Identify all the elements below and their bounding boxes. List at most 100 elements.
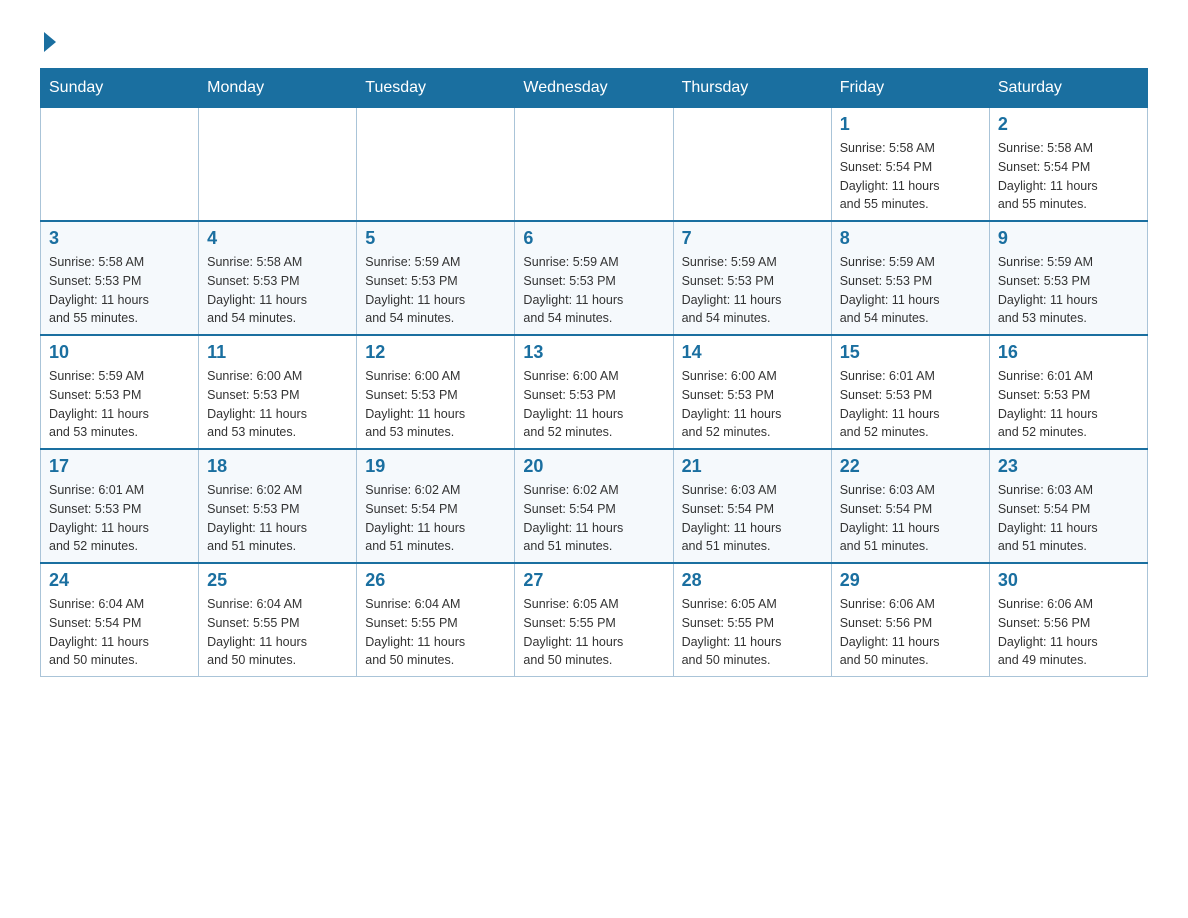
day-number: 7 <box>682 228 823 249</box>
day-info: Sunrise: 6:00 AMSunset: 5:53 PMDaylight:… <box>207 367 348 442</box>
weekday-header-tuesday: Tuesday <box>357 69 515 108</box>
day-number: 23 <box>998 456 1139 477</box>
calendar-week-3: 10Sunrise: 5:59 AMSunset: 5:53 PMDayligh… <box>41 335 1148 449</box>
day-number: 17 <box>49 456 190 477</box>
calendar-week-2: 3 Sunrise: 5:58 AMSunset: 5:53 PMDaylight… <box>41 221 1148 335</box>
calendar-cell: 17 Sunrise: 6:01 AMSunset: 5:53 PMDayligh… <box>41 449 199 563</box>
weekday-header-sunday: Sunday <box>41 69 199 108</box>
calendar-cell <box>357 108 515 222</box>
day-number: 9 <box>998 228 1139 249</box>
calendar-cell: 15 Sunrise: 6:01 AMSunset: 5:53 PMDayligh… <box>831 335 989 449</box>
day-info: Sunrise: 5:58 AMSunset: 5:54 PMDaylight:… <box>840 139 981 214</box>
calendar-cell <box>41 108 199 222</box>
calendar-cell: 20 Sunrise: 6:02 AMSunset: 5:54 PMDayligh… <box>515 449 673 563</box>
day-number: 25 <box>207 570 348 591</box>
calendar-cell: 26 Sunrise: 6:04 AMSunset: 5:55 PMDayligh… <box>357 563 515 677</box>
calendar-cell: 6 Sunrise: 5:59 AMSunset: 5:53 PMDaylight… <box>515 221 673 335</box>
calendar-cell: 3Sunrise: 5:58 AMSunset: 5:53 PMDaylight… <box>41 221 199 335</box>
calendar-cell: 24 Sunrise: 6:04 AMSunset: 5:54 PMDayligh… <box>41 563 199 677</box>
calendar-cell: 16Sunrise: 6:01 AMSunset: 5:53 PMDayligh… <box>989 335 1147 449</box>
calendar-cell: 5 Sunrise: 5:59 AMSunset: 5:53 PMDaylight… <box>357 221 515 335</box>
day-info: Sunrise: 6:03 AMSunset: 5:54 PMDaylight:… <box>840 481 981 556</box>
calendar-cell: 29 Sunrise: 6:06 AMSunset: 5:56 PMDayligh… <box>831 563 989 677</box>
logo-arrow-icon <box>44 32 56 52</box>
calendar-cell: 4 Sunrise: 5:58 AMSunset: 5:53 PMDaylight… <box>199 221 357 335</box>
day-info: Sunrise: 6:01 AMSunset: 5:53 PMDaylight:… <box>998 367 1139 442</box>
calendar-cell: 19 Sunrise: 6:02 AMSunset: 5:54 PMDayligh… <box>357 449 515 563</box>
day-info: Sunrise: 6:01 AMSunset: 5:53 PMDaylight:… <box>49 481 190 556</box>
day-info: Sunrise: 6:05 AMSunset: 5:55 PMDaylight:… <box>523 595 664 670</box>
day-info: Sunrise: 6:03 AMSunset: 5:54 PMDaylight:… <box>682 481 823 556</box>
day-number: 4 <box>207 228 348 249</box>
weekday-header-friday: Friday <box>831 69 989 108</box>
calendar-cell: 1 Sunrise: 5:58 AMSunset: 5:54 PMDaylight… <box>831 108 989 222</box>
day-number: 29 <box>840 570 981 591</box>
calendar-cell: 28 Sunrise: 6:05 AMSunset: 5:55 PMDayligh… <box>673 563 831 677</box>
day-number: 6 <box>523 228 664 249</box>
calendar-cell: 21 Sunrise: 6:03 AMSunset: 5:54 PMDayligh… <box>673 449 831 563</box>
day-number: 26 <box>365 570 506 591</box>
calendar-cell: 9 Sunrise: 5:59 AMSunset: 5:53 PMDaylight… <box>989 221 1147 335</box>
day-number: 8 <box>840 228 981 249</box>
day-info: Sunrise: 6:04 AMSunset: 5:55 PMDaylight:… <box>207 595 348 670</box>
day-info: Sunrise: 5:59 AMSunset: 5:53 PMDaylight:… <box>365 253 506 328</box>
day-info: Sunrise: 6:02 AMSunset: 5:54 PMDaylight:… <box>365 481 506 556</box>
day-info: Sunrise: 5:58 AMSunset: 5:53 PMDaylight:… <box>207 253 348 328</box>
day-info: Sunrise: 5:58 AMSunset: 5:54 PMDaylight:… <box>998 139 1139 214</box>
day-number: 3 <box>49 228 190 249</box>
calendar-cell <box>199 108 357 222</box>
day-number: 20 <box>523 456 664 477</box>
calendar-cell: 30 Sunrise: 6:06 AMSunset: 5:56 PMDayligh… <box>989 563 1147 677</box>
weekday-header-wednesday: Wednesday <box>515 69 673 108</box>
day-info: Sunrise: 6:00 AMSunset: 5:53 PMDaylight:… <box>365 367 506 442</box>
calendar-cell: 8 Sunrise: 5:59 AMSunset: 5:53 PMDaylight… <box>831 221 989 335</box>
calendar-cell <box>515 108 673 222</box>
day-info: Sunrise: 5:59 AMSunset: 5:53 PMDaylight:… <box>523 253 664 328</box>
day-number: 28 <box>682 570 823 591</box>
day-info: Sunrise: 5:59 AMSunset: 5:53 PMDaylight:… <box>840 253 981 328</box>
day-info: Sunrise: 6:00 AMSunset: 5:53 PMDaylight:… <box>523 367 664 442</box>
day-number: 22 <box>840 456 981 477</box>
day-info: Sunrise: 5:59 AMSunset: 5:53 PMDaylight:… <box>998 253 1139 328</box>
weekday-header-row: SundayMondayTuesdayWednesdayThursdayFrid… <box>41 69 1148 108</box>
calendar-cell: 22 Sunrise: 6:03 AMSunset: 5:54 PMDayligh… <box>831 449 989 563</box>
day-info: Sunrise: 6:01 AMSunset: 5:53 PMDaylight:… <box>840 367 981 442</box>
day-number: 15 <box>840 342 981 363</box>
day-number: 19 <box>365 456 506 477</box>
calendar-cell: 13 Sunrise: 6:00 AMSunset: 5:53 PMDayligh… <box>515 335 673 449</box>
day-info: Sunrise: 6:02 AMSunset: 5:53 PMDaylight:… <box>207 481 348 556</box>
calendar-cell: 7 Sunrise: 5:59 AMSunset: 5:53 PMDaylight… <box>673 221 831 335</box>
day-number: 30 <box>998 570 1139 591</box>
day-info: Sunrise: 6:04 AMSunset: 5:54 PMDaylight:… <box>49 595 190 670</box>
day-number: 21 <box>682 456 823 477</box>
weekday-header-thursday: Thursday <box>673 69 831 108</box>
day-number: 1 <box>840 114 981 135</box>
weekday-header-monday: Monday <box>199 69 357 108</box>
day-info: Sunrise: 6:02 AMSunset: 5:54 PMDaylight:… <box>523 481 664 556</box>
day-info: Sunrise: 6:04 AMSunset: 5:55 PMDaylight:… <box>365 595 506 670</box>
logo <box>40 30 60 48</box>
calendar-cell: 2 Sunrise: 5:58 AMSunset: 5:54 PMDaylight… <box>989 108 1147 222</box>
day-info: Sunrise: 6:05 AMSunset: 5:55 PMDaylight:… <box>682 595 823 670</box>
calendar-cell: 12Sunrise: 6:00 AMSunset: 5:53 PMDayligh… <box>357 335 515 449</box>
day-info: Sunrise: 6:06 AMSunset: 5:56 PMDaylight:… <box>840 595 981 670</box>
day-info: Sunrise: 6:06 AMSunset: 5:56 PMDaylight:… <box>998 595 1139 670</box>
day-number: 18 <box>207 456 348 477</box>
day-info: Sunrise: 6:03 AMSunset: 5:54 PMDaylight:… <box>998 481 1139 556</box>
day-info: Sunrise: 5:59 AMSunset: 5:53 PMDaylight:… <box>682 253 823 328</box>
day-number: 13 <box>523 342 664 363</box>
calendar-cell: 14 Sunrise: 6:00 AMSunset: 5:53 PMDayligh… <box>673 335 831 449</box>
calendar-cell: 10Sunrise: 5:59 AMSunset: 5:53 PMDayligh… <box>41 335 199 449</box>
day-info: Sunrise: 6:00 AMSunset: 5:53 PMDaylight:… <box>682 367 823 442</box>
weekday-header-saturday: Saturday <box>989 69 1147 108</box>
calendar-cell: 23 Sunrise: 6:03 AMSunset: 5:54 PMDayligh… <box>989 449 1147 563</box>
day-number: 14 <box>682 342 823 363</box>
day-number: 5 <box>365 228 506 249</box>
calendar-week-1: 1 Sunrise: 5:58 AMSunset: 5:54 PMDaylight… <box>41 108 1148 222</box>
calendar-cell: 11Sunrise: 6:00 AMSunset: 5:53 PMDayligh… <box>199 335 357 449</box>
header <box>40 30 1148 48</box>
day-number: 24 <box>49 570 190 591</box>
calendar-cell: 18 Sunrise: 6:02 AMSunset: 5:53 PMDayligh… <box>199 449 357 563</box>
day-number: 2 <box>998 114 1139 135</box>
calendar-week-5: 24 Sunrise: 6:04 AMSunset: 5:54 PMDayligh… <box>41 563 1148 677</box>
